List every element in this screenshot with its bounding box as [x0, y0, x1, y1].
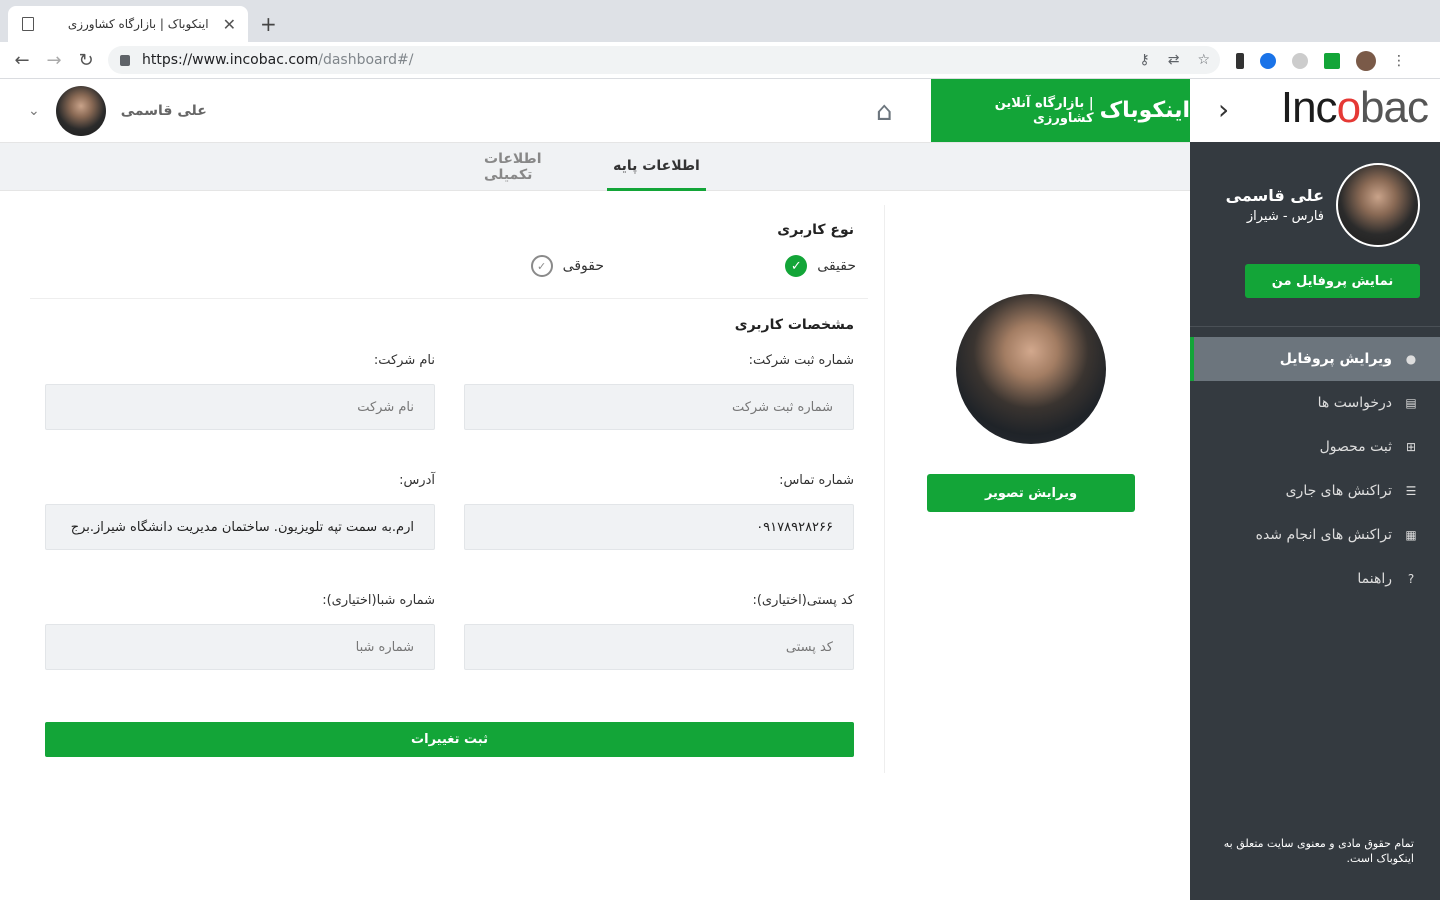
url-text: https://www.incobac.com/dashboard#/: [142, 52, 414, 68]
list-card-icon: ▤: [1405, 396, 1417, 410]
profile-image-column: ویرایش تصویر: [884, 205, 1190, 773]
table-icon: ▦: [1405, 528, 1417, 542]
address-input[interactable]: ارم.به سمت تپه تلویزیون. ساختمان مدیریت …: [45, 504, 435, 550]
radio-real[interactable]: حقیقی ✓: [785, 255, 856, 277]
star-icon[interactable]: ☆: [1197, 52, 1210, 68]
user-icon: ●: [1405, 352, 1417, 366]
sidebar-user-name: علی قاسمی: [1225, 186, 1324, 205]
radio-legal[interactable]: حقوقی ✓: [530, 255, 604, 277]
company-name-field: نام شرکت: نام شرکت: [45, 353, 435, 430]
browser-tab[interactable]: اینکوباک | بازارگاه کشاورزی ✕: [8, 6, 248, 42]
help-icon: ?: [1407, 572, 1415, 586]
browser-tabstrip: اینکوباک | بازارگاه کشاورزی ✕ +: [0, 0, 1440, 42]
check-circle-icon[interactable]: ✓: [785, 255, 808, 277]
edit-image-button[interactable]: ویرایش تصویر: [927, 474, 1135, 512]
new-tab-icon[interactable]: +: [260, 12, 277, 36]
company-reg-label: شماره ثبت شرکت:: [748, 353, 854, 368]
postal-input[interactable]: کد پستی: [464, 624, 854, 670]
address-field: آدرس: ارم.به سمت تپه تلویزیون. ساختمان م…: [45, 473, 435, 550]
header-user-name[interactable]: علی قاسمی: [121, 103, 207, 119]
user-type-title: نوع کاربری: [777, 222, 854, 238]
tab-extra-info[interactable]: اطلاعات تکمیلی: [484, 143, 590, 191]
sidebar-profile: علی قاسمی فارس - شیراز: [1226, 163, 1420, 247]
divider: [1190, 326, 1440, 327]
chevron-right-icon[interactable]: ›: [1218, 93, 1229, 126]
avatar[interactable]: [55, 86, 106, 136]
company-reg-input[interactable]: شماره ثبت شرکت: [464, 384, 854, 430]
sidebar-user-location: فارس - شیراز: [1246, 209, 1324, 224]
sidebar-item-done-transactions[interactable]: ▦ تراکنش های انجام شده: [1190, 513, 1440, 557]
phone-extension-icon[interactable]: [1236, 53, 1244, 69]
sidebar: › Incobac علی قاسمی فارس - شیراز نمایش پ…: [1190, 79, 1440, 900]
check-circle-outline-icon[interactable]: ✓: [530, 255, 553, 277]
copyright-text: تمام حقوق مادی و معنوی سایت متعلق به این…: [1223, 837, 1414, 865]
avatar: [1336, 163, 1420, 247]
top-header: اینکوباک | بازارگاه آنلاین کشاورزی ⌂ ⌄ ع…: [0, 79, 1190, 143]
profile-form: نوع کاربری حقیقی ✓ حقوقی ✓ مشخصات کاربری…: [30, 205, 868, 773]
sidebar-item-add-product[interactable]: ⊞ ثبت محصول: [1190, 425, 1440, 469]
company-name-label: نام شرکت:: [373, 353, 435, 368]
divider: [30, 298, 868, 299]
sheba-input[interactable]: شماره شبا: [45, 624, 435, 670]
home-icon[interactable]: ⌂: [876, 97, 893, 127]
chevron-down-icon[interactable]: ⌄: [28, 103, 40, 119]
extension-icon[interactable]: [1260, 53, 1276, 69]
back-icon[interactable]: ←: [6, 50, 38, 71]
logo-area: › Incobac: [1190, 79, 1440, 142]
document-icon: [22, 17, 34, 31]
sidebar-item-edit-profile[interactable]: ● ویرایش پروفایل: [1190, 337, 1440, 381]
show-profile-button[interactable]: نمایش پروفایل من: [1245, 264, 1420, 298]
company-name-input[interactable]: نام شرکت: [45, 384, 435, 430]
phone-input[interactable]: ۰۹۱۷۸۹۲۸۲۶۶: [464, 504, 854, 550]
tab-title: اینکوباک | بازارگاه کشاورزی: [67, 17, 209, 31]
plus-square-icon: ⊞: [1405, 440, 1417, 454]
menu-dots-icon[interactable]: ⋮: [1392, 53, 1406, 69]
user-menu[interactable]: ⌄ علی قاسمی: [28, 86, 207, 136]
user-details-title: مشخصات کاربری: [734, 317, 854, 333]
address-bar[interactable]: https://www.incobac.com/dashboard#/ ⚷ ⇄ …: [108, 46, 1220, 74]
brand-banner[interactable]: اینکوباک | بازارگاه آنلاین کشاورزی: [931, 79, 1190, 142]
sidebar-item-requests[interactable]: ▤ درخواست ها: [1190, 381, 1440, 425]
profile-avatar-icon[interactable]: [1356, 51, 1376, 71]
postal-label: کد پستی(اختیاری):: [752, 593, 854, 608]
sheba-field: شماره شبا(اختیاری): شماره شبا: [45, 593, 435, 670]
sidebar-item-current-transactions[interactable]: ☰ تراکنش های جاری: [1190, 469, 1440, 513]
list-icon: ☰: [1405, 484, 1417, 498]
brand-tagline: | بازارگاه آنلاین کشاورزی: [994, 95, 1094, 126]
forward-icon[interactable]: →: [38, 50, 70, 71]
logo[interactable]: Incobac: [1281, 83, 1429, 133]
close-tab-icon[interactable]: ✕: [223, 15, 236, 34]
radio-legal-label: حقوقی: [562, 258, 604, 274]
company-reg-field: شماره ثبت شرکت: شماره ثبت شرکت: [464, 353, 854, 430]
tab-basic-info[interactable]: اطلاعات پایه: [607, 143, 706, 191]
phone-field: شماره تماس: ۰۹۱۷۸۹۲۸۲۶۶: [464, 473, 854, 550]
reload-icon[interactable]: ↻: [70, 50, 102, 71]
vue-extension-icon[interactable]: [1324, 53, 1340, 69]
browser-toolbar: ← → ↻ https://www.incobac.com/dashboard#…: [0, 42, 1440, 79]
radio-real-label: حقیقی: [817, 258, 856, 274]
extension-icon[interactable]: [1292, 53, 1308, 69]
save-changes-button[interactable]: ثبت تغییرات: [45, 722, 854, 757]
sheba-label: شماره شبا(اختیاری):: [322, 593, 435, 608]
lock-icon: [120, 54, 130, 66]
profile-photo: [956, 294, 1106, 444]
sidebar-item-help[interactable]: ? راهنما: [1190, 557, 1440, 601]
brand-name: اینکوباک: [1099, 98, 1190, 123]
key-icon[interactable]: ⚷: [1139, 52, 1149, 68]
translate-icon[interactable]: ⇄: [1168, 52, 1180, 68]
phone-label: شماره تماس:: [779, 473, 854, 488]
sidebar-menu: ● ویرایش پروفایل ▤ درخواست ها ⊞ ثبت محصول ☰…: [1190, 337, 1440, 601]
postal-field: کد پستی(اختیاری): کد پستی: [464, 593, 854, 670]
tabs-bar: اطلاعات پایه اطلاعات تکمیلی: [0, 143, 1190, 191]
address-label: آدرس:: [399, 473, 435, 488]
